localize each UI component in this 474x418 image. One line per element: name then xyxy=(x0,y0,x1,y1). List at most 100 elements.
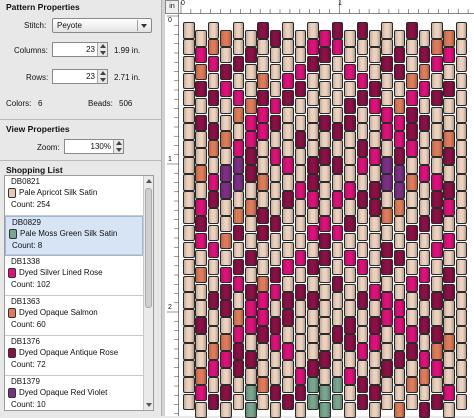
bead[interactable] xyxy=(418,249,431,267)
bead[interactable] xyxy=(245,114,257,132)
bead[interactable] xyxy=(232,241,245,259)
bead[interactable] xyxy=(220,114,232,132)
bead[interactable] xyxy=(344,368,356,385)
bead[interactable] xyxy=(344,182,356,199)
bead[interactable] xyxy=(307,360,319,377)
bead[interactable] xyxy=(381,157,393,174)
bead[interactable] xyxy=(183,22,195,39)
bead[interactable] xyxy=(344,30,356,47)
bead[interactable] xyxy=(431,123,443,140)
bead[interactable] xyxy=(220,351,232,368)
bead[interactable] xyxy=(269,384,282,402)
bead[interactable] xyxy=(245,283,257,301)
bead[interactable] xyxy=(195,249,207,267)
bead[interactable] xyxy=(232,326,245,343)
bead[interactable] xyxy=(431,174,443,191)
bead[interactable] xyxy=(418,334,431,351)
bead[interactable] xyxy=(393,334,406,351)
bead[interactable] xyxy=(232,38,245,56)
bead[interactable] xyxy=(195,97,207,115)
bead[interactable] xyxy=(331,55,344,73)
bead[interactable] xyxy=(282,343,294,360)
bead[interactable] xyxy=(406,393,418,411)
bead[interactable] xyxy=(369,199,381,216)
bead[interactable] xyxy=(245,182,257,199)
bead[interactable] xyxy=(406,106,418,124)
columns-stepper[interactable]: 23 xyxy=(52,42,108,57)
bead[interactable] xyxy=(406,360,418,377)
bead[interactable] xyxy=(195,351,207,368)
bead[interactable] xyxy=(443,165,455,182)
bead[interactable] xyxy=(220,148,232,165)
bead[interactable] xyxy=(393,148,406,165)
bead[interactable] xyxy=(406,38,418,56)
bead[interactable] xyxy=(393,215,406,233)
bead[interactable] xyxy=(220,131,232,148)
chevron-down-icon[interactable] xyxy=(137,20,150,31)
bead[interactable] xyxy=(195,215,207,233)
bead[interactable] xyxy=(207,326,220,343)
bead[interactable] xyxy=(282,360,294,377)
bead[interactable] xyxy=(294,80,307,98)
unit-toggle-button[interactable]: in xyxy=(165,0,179,14)
bead[interactable] xyxy=(331,38,344,56)
bead[interactable] xyxy=(319,114,331,132)
arrow-down-icon[interactable] xyxy=(116,148,122,152)
bead[interactable] xyxy=(294,283,307,301)
bead[interactable] xyxy=(381,376,393,394)
bead[interactable] xyxy=(319,266,331,284)
bead[interactable] xyxy=(406,72,418,90)
bead[interactable] xyxy=(319,368,331,385)
bead[interactable] xyxy=(257,72,269,90)
bead[interactable] xyxy=(356,258,369,276)
bead[interactable] xyxy=(294,30,307,47)
bead[interactable] xyxy=(418,131,431,148)
bead[interactable] xyxy=(294,46,307,64)
arrow-down-icon[interactable] xyxy=(100,51,106,55)
bead[interactable] xyxy=(269,114,282,132)
bead[interactable] xyxy=(282,174,294,191)
bead[interactable] xyxy=(356,207,369,225)
bead[interactable] xyxy=(369,114,381,132)
bead[interactable] xyxy=(294,131,307,148)
arrow-up-icon[interactable] xyxy=(100,71,106,75)
bead[interactable] xyxy=(431,292,443,309)
bead[interactable] xyxy=(294,317,307,334)
bead[interactable] xyxy=(431,89,443,107)
bead[interactable] xyxy=(369,46,381,64)
bead[interactable] xyxy=(356,326,369,343)
bead[interactable] xyxy=(381,174,393,191)
bead[interactable] xyxy=(257,360,269,377)
bead[interactable] xyxy=(220,30,232,47)
bead[interactable] xyxy=(319,30,331,47)
bead[interactable] xyxy=(294,384,307,402)
bead[interactable] xyxy=(356,140,369,157)
shopping-list-item[interactable]: DB1338 Dyed Silver Lined Rose Count: 102 xyxy=(5,256,143,296)
bead[interactable] xyxy=(183,207,195,225)
bead[interactable] xyxy=(294,232,307,250)
bead[interactable] xyxy=(393,368,406,385)
bead[interactable] xyxy=(207,393,220,411)
bead[interactable] xyxy=(356,174,369,191)
bead[interactable] xyxy=(183,292,195,309)
bead[interactable] xyxy=(431,241,443,259)
bead[interactable] xyxy=(282,309,294,326)
arrow-down-icon[interactable] xyxy=(100,78,106,82)
bead[interactable] xyxy=(232,258,245,276)
bead[interactable] xyxy=(232,343,245,360)
bead[interactable] xyxy=(307,72,319,90)
bead[interactable] xyxy=(431,343,443,360)
bead[interactable] xyxy=(294,249,307,267)
bead[interactable] xyxy=(356,275,369,293)
bead[interactable] xyxy=(294,300,307,317)
bead[interactable] xyxy=(245,215,257,233)
bead[interactable] xyxy=(195,283,207,301)
bead[interactable] xyxy=(257,123,269,140)
bead[interactable] xyxy=(307,393,319,411)
bead[interactable] xyxy=(319,131,331,148)
bead[interactable] xyxy=(381,106,393,124)
bead[interactable] xyxy=(207,157,220,174)
bead[interactable] xyxy=(331,393,344,411)
bead[interactable] xyxy=(443,249,455,267)
bead[interactable] xyxy=(443,182,455,199)
